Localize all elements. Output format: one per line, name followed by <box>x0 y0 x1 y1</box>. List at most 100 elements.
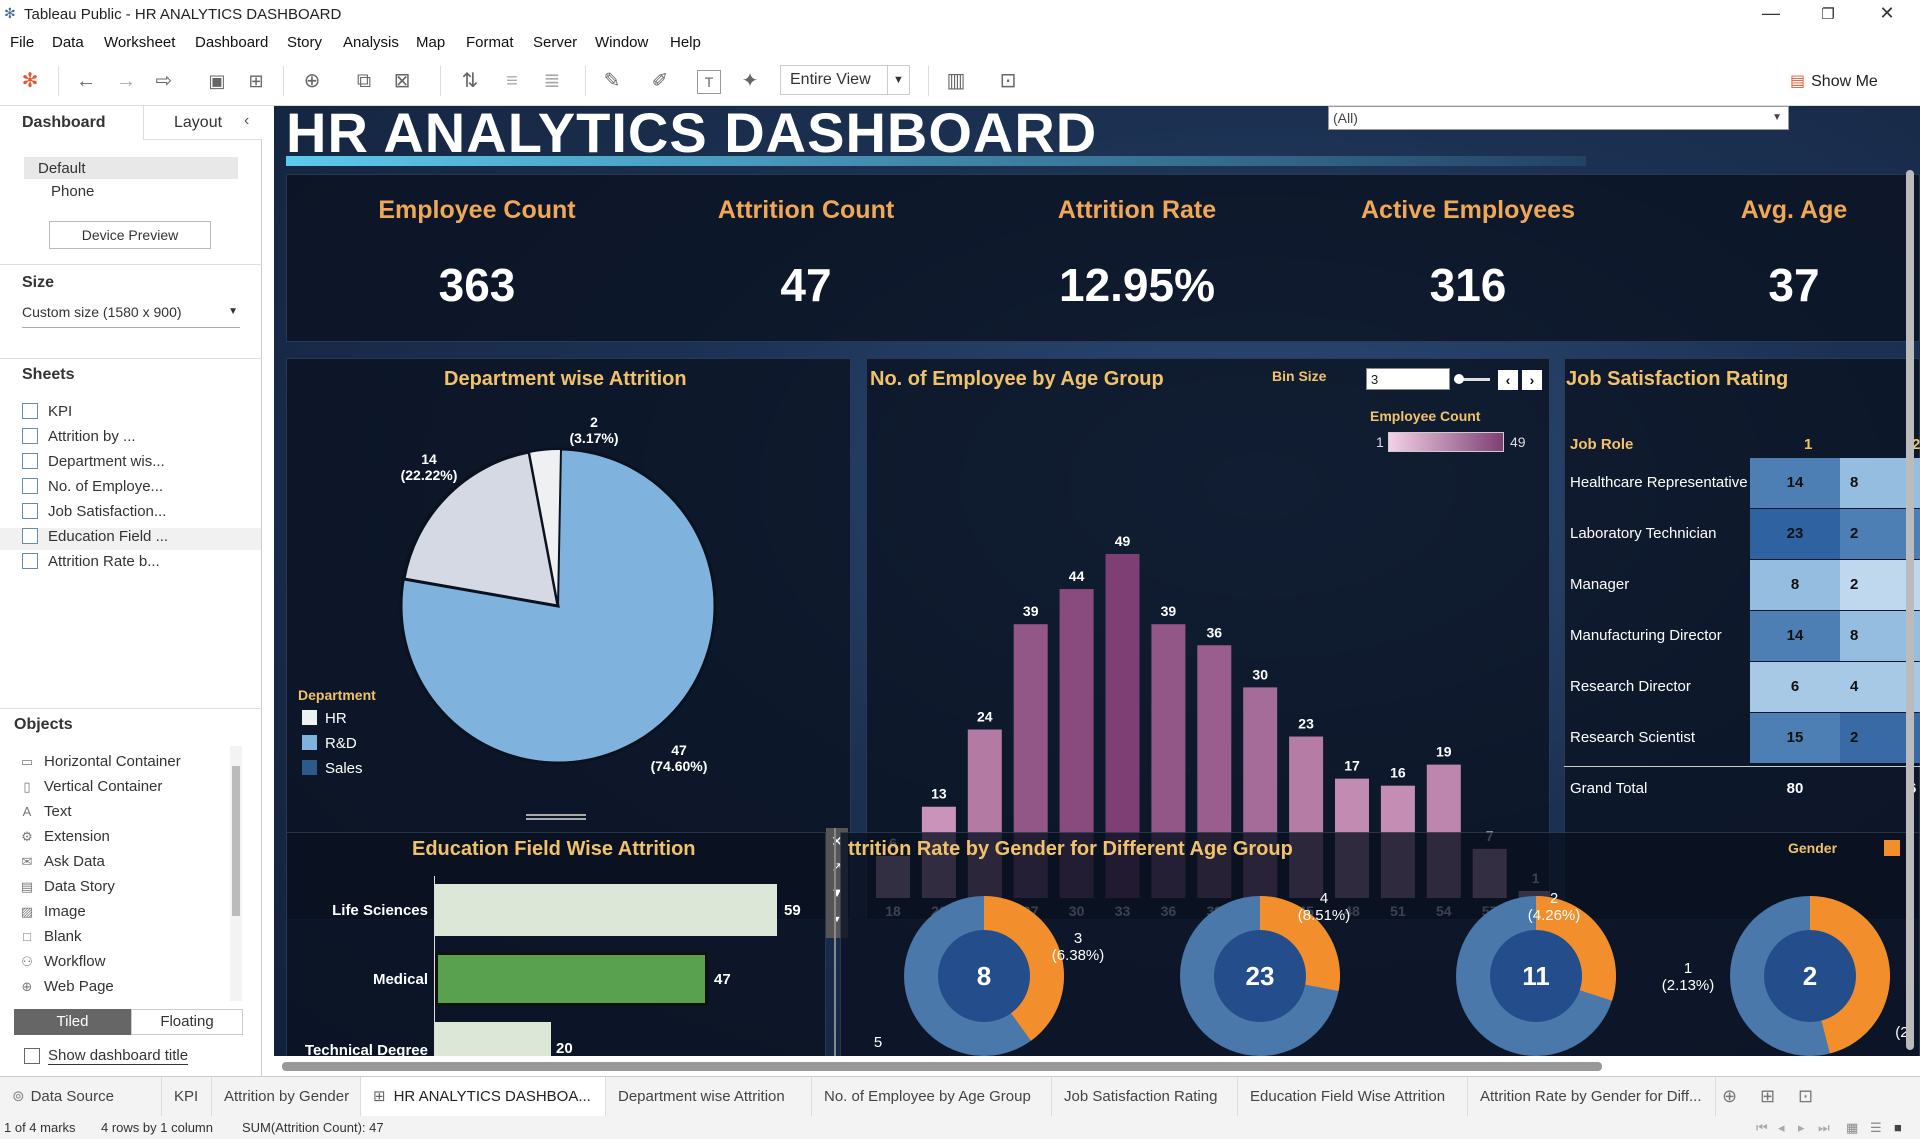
object-extension[interactable]: ⚙ Extension <box>18 828 110 850</box>
filter-dropdown[interactable]: (All) ▼ <box>1328 106 1789 130</box>
menu-window[interactable]: Window <box>595 34 648 51</box>
tableau-home-icon[interactable]: ✻ <box>18 70 42 92</box>
object-ask-data[interactable]: ✉ Ask Data <box>18 853 105 875</box>
sheet-item[interactable]: No. of Employe... <box>22 478 163 500</box>
sheet-item[interactable]: Job Satisfaction... <box>22 503 166 525</box>
table-cell[interactable]: 14 <box>1750 611 1840 661</box>
edu-bar[interactable] <box>435 884 777 936</box>
save-icon[interactable]: ▣ <box>205 70 229 92</box>
menu-map[interactable]: Map <box>416 34 445 51</box>
object-text[interactable]: A Text <box>18 803 72 825</box>
show-me-button[interactable]: ▤ Show Me <box>1790 71 1878 91</box>
device-phone[interactable]: Phone <box>51 183 94 200</box>
close-icon[interactable]: ✕ <box>1876 3 1898 24</box>
show-title-checkbox[interactable] <box>24 1048 40 1064</box>
tiled-button[interactable]: Tiled <box>14 1009 131 1035</box>
last-page-icon[interactable]: ⏭ <box>1818 1120 1830 1136</box>
swap-icon[interactable]: ⇅ <box>458 70 482 92</box>
object-vertical-container[interactable]: ▯ Vertical Container <box>18 778 162 800</box>
object-web-page[interactable]: ⊕ Web Page <box>18 978 114 1000</box>
menu-worksheet[interactable]: Worksheet <box>104 34 175 51</box>
undo-icon[interactable]: ← <box>74 70 98 92</box>
bin-prev-icon[interactable]: ‹ <box>1498 370 1518 390</box>
tab-employee-by-age-group[interactable]: No. of Employee by Age Group <box>812 1077 1052 1117</box>
legend-item-hr[interactable]: HR <box>302 710 347 727</box>
new-datasource-icon[interactable]: ⊞ <box>244 70 268 92</box>
bin-size-input[interactable]: 3 <box>1366 368 1450 390</box>
edu-bar-selected[interactable] <box>435 952 708 1006</box>
device-default[interactable]: Default <box>24 157 238 179</box>
new-dashboard-tab-icon[interactable]: ⊞ <box>1760 1086 1775 1107</box>
table-cell[interactable]: 23 <box>1750 509 1840 559</box>
object-horizontal-container[interactable]: ▭ Horizontal Container <box>18 753 181 775</box>
object-image[interactable]: ▨ Image <box>18 903 86 925</box>
table-cell[interactable]: 14 <box>1750 458 1840 508</box>
table-cell[interactable]: 6 <box>1750 662 1840 712</box>
bin-size-slider[interactable] <box>1454 374 1490 384</box>
replay-icon[interactable]: ⇨ <box>152 70 176 92</box>
menu-dashboard[interactable]: Dashboard <box>195 34 268 51</box>
presentation-icon[interactable]: ⊡ <box>996 70 1020 92</box>
redo-icon[interactable]: → <box>114 70 138 92</box>
first-page-icon[interactable]: ⏮ <box>1756 1120 1768 1136</box>
device-preview-button[interactable]: Device Preview <box>49 221 211 249</box>
show-cards-icon[interactable]: ▥ <box>944 70 968 92</box>
edu-bar[interactable] <box>435 1022 551 1056</box>
dashboard-horizontal-scrollbar[interactable] <box>282 1062 1602 1071</box>
new-worksheet-tab-icon[interactable]: ⊕ <box>1722 1086 1737 1107</box>
object-workflow[interactable]: ⚇ Workflow <box>18 953 105 975</box>
menu-help[interactable]: Help <box>670 34 701 51</box>
sheet-item[interactable]: Department wis... <box>22 453 165 475</box>
menu-file[interactable]: File <box>10 34 34 51</box>
education-panel[interactable] <box>286 832 826 1056</box>
show-labels-icon[interactable]: T <box>697 70 721 94</box>
new-story-tab-icon[interactable]: ⊡ <box>1798 1086 1813 1107</box>
department-pie[interactable] <box>398 446 718 766</box>
table-cell[interactable]: 8 <box>1750 560 1840 610</box>
tab-department-wise-attrition[interactable]: Department wise Attrition <box>606 1077 812 1117</box>
gender-legend-swatch[interactable] <box>1884 840 1900 856</box>
tab-education-field-wise-attrition[interactable]: Education Field Wise Attrition <box>1238 1077 1468 1117</box>
objects-scrollbar[interactable] <box>230 746 242 1001</box>
grand-total-cell[interactable]: 80 <box>1750 764 1840 814</box>
floating-button[interactable]: Floating <box>131 1009 243 1035</box>
sheet-item[interactable]: Attrition Rate b... <box>22 553 160 575</box>
legend-item-rd[interactable]: R&D <box>302 735 357 752</box>
minimize-icon[interactable]: — <box>1760 3 1782 24</box>
object-blank[interactable]: □ Blank <box>18 928 81 950</box>
collapse-panel-icon[interactable]: ‹ <box>244 112 249 130</box>
new-worksheet-icon[interactable]: ⊕ <box>300 70 324 92</box>
sheet-item[interactable]: Education Field ... <box>0 528 261 550</box>
menu-format[interactable]: Format <box>466 34 514 51</box>
annotate-icon[interactable]: ✐ <box>648 70 672 92</box>
prev-page-icon[interactable]: ◂ <box>1778 1120 1785 1136</box>
size-select[interactable]: Custom size (1580 x 900) ▼ <box>22 304 240 328</box>
clear-sheet-icon[interactable]: ⊠ <box>390 70 414 92</box>
view-select[interactable]: Entire View ▼ <box>780 65 910 95</box>
legend-item-sales[interactable]: Sales <box>302 760 363 777</box>
resize-handle[interactable] <box>526 814 586 820</box>
dashboard-vertical-scrollbar[interactable] <box>1906 170 1914 1050</box>
bin-next-icon[interactable]: › <box>1522 370 1542 390</box>
next-page-icon[interactable]: ▸ <box>1798 1120 1805 1136</box>
table-cell[interactable]: 15 <box>1750 713 1840 763</box>
filmstrip-view-icon[interactable]: ■ <box>1894 1120 1902 1135</box>
tab-data-source[interactable]: ⊚ Data Source <box>0 1077 162 1117</box>
menu-server[interactable]: Server <box>533 34 577 51</box>
fix-axes-icon[interactable]: ✦ <box>738 70 762 92</box>
menu-data[interactable]: Data <box>52 34 84 51</box>
tab-hr-analytics-dashboard[interactable]: ⊞ HR ANALYTICS DASHBOA... <box>361 1077 606 1117</box>
sheet-item[interactable]: KPI <box>22 403 72 425</box>
list-view-icon[interactable]: ☰ <box>1870 1120 1882 1136</box>
tab-attrition-by-gender[interactable]: Attrition by Gender <box>212 1077 361 1117</box>
highlight-icon[interactable]: ✎ <box>600 70 624 92</box>
tab-job-satisfaction-rating[interactable]: Job Satisfaction Rating <box>1052 1077 1238 1117</box>
grid-view-icon[interactable]: ▦ <box>1846 1120 1858 1136</box>
sort-desc-icon[interactable]: ≣ <box>540 70 564 92</box>
menu-analysis[interactable]: Analysis <box>343 34 399 51</box>
object-data-story[interactable]: ▤ Data Story <box>18 878 115 900</box>
tab-kpi[interactable]: KPI <box>162 1077 212 1117</box>
sort-asc-icon[interactable]: ≡ <box>500 70 524 92</box>
tab-dashboard[interactable]: Dashboard <box>0 106 143 140</box>
sheet-item[interactable]: Attrition by ... <box>22 428 136 450</box>
